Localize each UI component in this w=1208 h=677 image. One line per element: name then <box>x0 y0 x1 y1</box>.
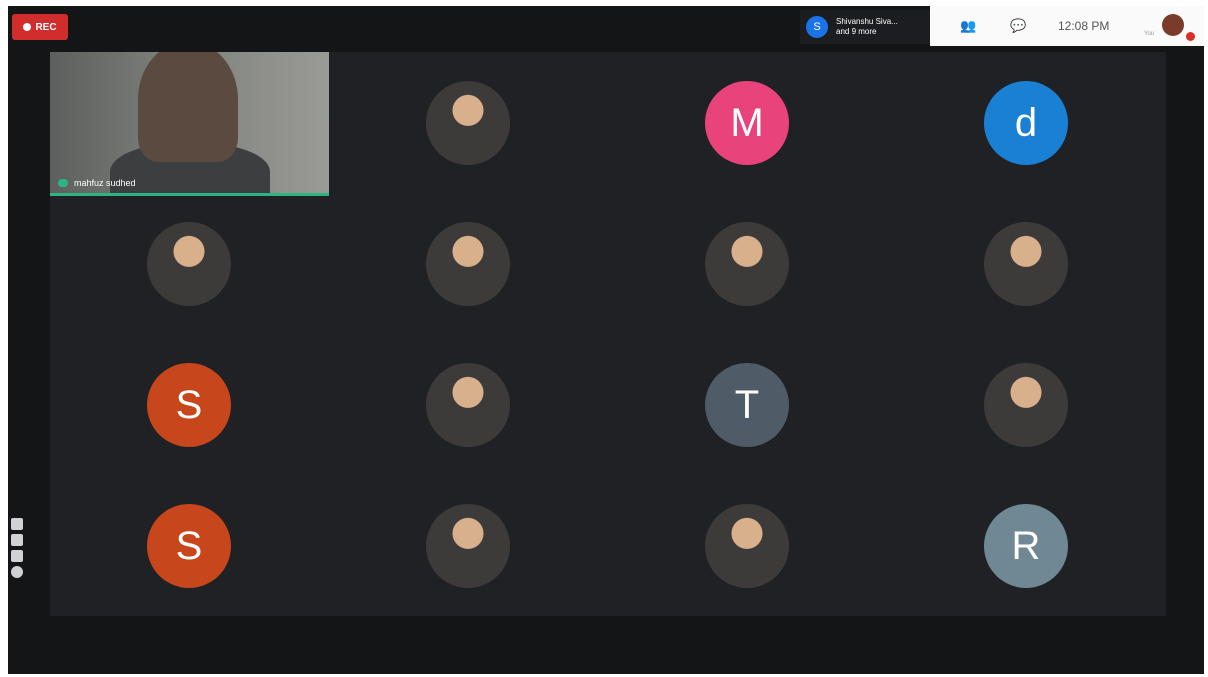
self-video: mahfuz sudhed <box>50 52 329 196</box>
profile-photo-icon <box>705 504 789 588</box>
presenter-line-2: and 9 more <box>836 27 877 36</box>
participant-tile[interactable] <box>329 52 608 193</box>
self-name: mahfuz sudhed <box>74 178 136 188</box>
presenter-chip[interactable]: S Shivanshu Siva... and 9 more <box>800 10 936 44</box>
participant-tile[interactable] <box>329 334 608 475</box>
profile-photo-icon <box>426 504 510 588</box>
participant-tile[interactable] <box>887 334 1166 475</box>
top-controls-panel: 👥 💬 12:08 PM You <box>930 6 1204 46</box>
participant-tile[interactable]: R <box>887 475 1166 616</box>
profile-photo-icon <box>984 363 1068 447</box>
video-person <box>138 52 238 162</box>
video-icon[interactable] <box>11 534 23 546</box>
profile-photo-icon <box>147 222 231 306</box>
microphone-icon <box>58 179 68 187</box>
participant-tile[interactable] <box>608 193 887 334</box>
recording-badge: REC <box>12 14 68 40</box>
self-name-label: mahfuz sudhed <box>58 178 136 188</box>
participant-tile[interactable] <box>887 193 1166 334</box>
participant-tile[interactable]: T <box>608 334 887 475</box>
chat-icon[interactable]: 💬 <box>1010 18 1026 34</box>
profile-photo-icon <box>426 363 510 447</box>
participant-initial: T <box>705 363 789 447</box>
participant-tile[interactable]: S <box>50 475 329 616</box>
status-small: You <box>1144 31 1155 37</box>
participant-initial: M <box>705 81 789 165</box>
presenter-line-1: Shivanshu Siva... <box>836 17 898 26</box>
settings-icon[interactable] <box>11 566 23 578</box>
participant-tile[interactable] <box>608 475 887 616</box>
top-bar: REC S Shivanshu Siva... and 9 more 👥 💬 1… <box>8 6 1204 48</box>
camera-icon[interactable] <box>11 518 23 530</box>
participant-initial: d <box>984 81 1068 165</box>
profile-photo-icon <box>705 222 789 306</box>
participant-initial: S <box>147 504 231 588</box>
participant-tile[interactable] <box>50 193 329 334</box>
participant-initial: R <box>984 504 1068 588</box>
self-video-tile[interactable]: mahfuz sudhed <box>50 52 329 196</box>
participant-tile[interactable] <box>329 193 608 334</box>
participant-tile[interactable]: M <box>608 52 887 193</box>
participant-tile[interactable] <box>329 475 608 616</box>
meeting-screen: REC S Shivanshu Siva... and 9 more 👥 💬 1… <box>8 6 1204 674</box>
presenter-text: Shivanshu Siva... and 9 more <box>836 17 898 37</box>
participant-initial: S <box>147 363 231 447</box>
profile-photo-icon <box>426 81 510 165</box>
clock-time: 12:08 PM <box>1058 19 1110 33</box>
participant-grid: mahfuz sudhed M d S T S R <box>50 52 1166 616</box>
side-toolbar <box>8 518 26 578</box>
user-avatar[interactable] <box>1162 14 1184 36</box>
participant-tile[interactable]: d <box>887 52 1166 193</box>
recording-label: REC <box>35 21 57 33</box>
people-icon[interactable]: 👥 <box>960 18 976 34</box>
recording-dot-icon <box>23 23 32 31</box>
notification-dot-icon <box>1186 32 1195 41</box>
profile-photo-icon <box>426 222 510 306</box>
screen-share-icon[interactable] <box>11 550 23 562</box>
profile-photo-icon <box>984 222 1068 306</box>
presenter-avatar: S <box>806 16 828 38</box>
participant-tile[interactable]: S <box>50 334 329 475</box>
